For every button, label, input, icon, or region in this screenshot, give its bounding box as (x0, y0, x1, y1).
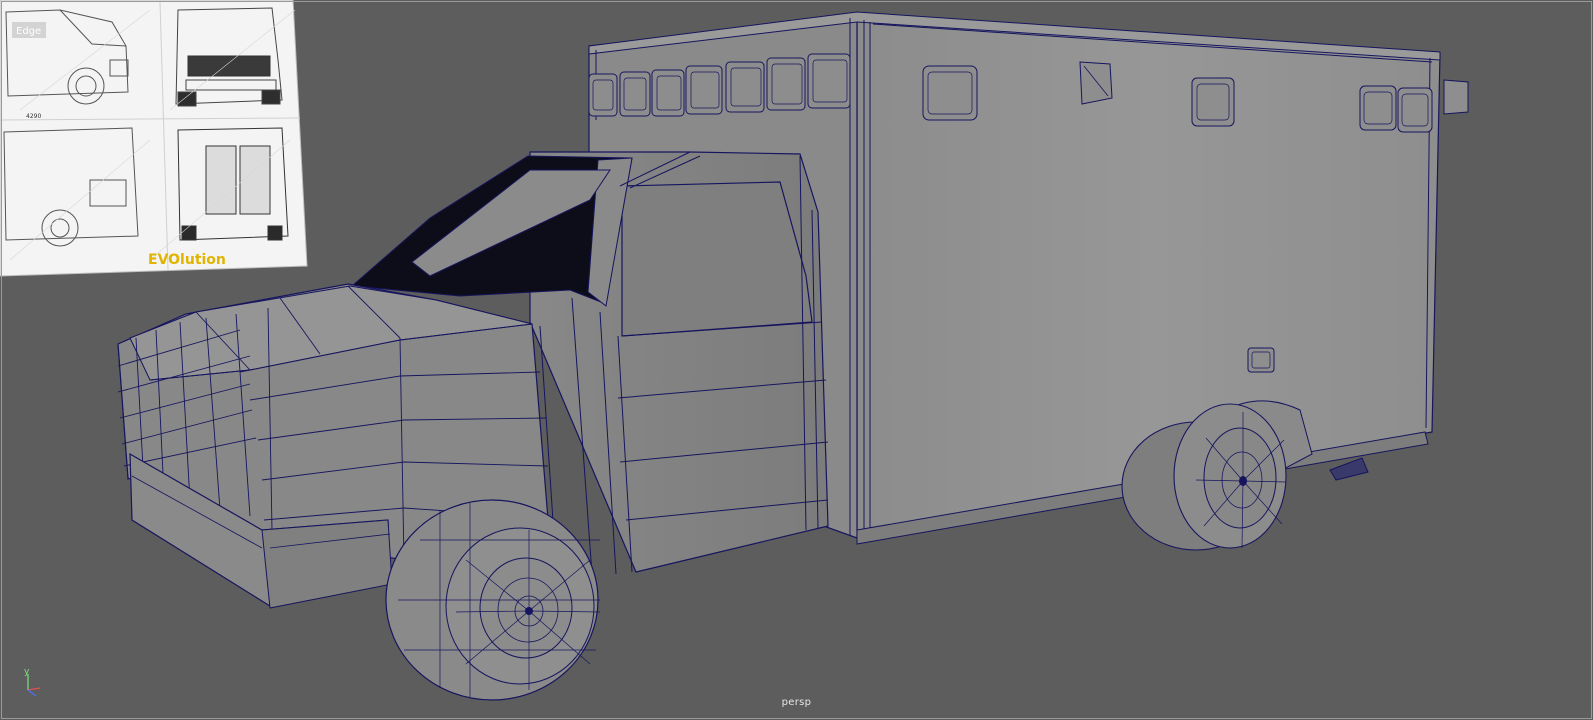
3d-viewport[interactable]: Edge 4290 EVOlution y persp (0, 0, 1593, 720)
reference-brand-text: EVOlution (148, 252, 226, 268)
reference-panel-label: Edge (16, 26, 41, 37)
reference-plate-number: 4290 (26, 113, 41, 120)
scene-canvas[interactable]: Edge 4290 EVOlution (0, 0, 1593, 720)
reference-image-plane[interactable]: Edge 4290 EVOlution (0, 0, 308, 277)
front-wheel[interactable] (385, 499, 601, 701)
camera-name-label: persp (781, 697, 812, 708)
axis-indicator (27, 674, 41, 697)
axis-y-label: y (24, 667, 30, 677)
